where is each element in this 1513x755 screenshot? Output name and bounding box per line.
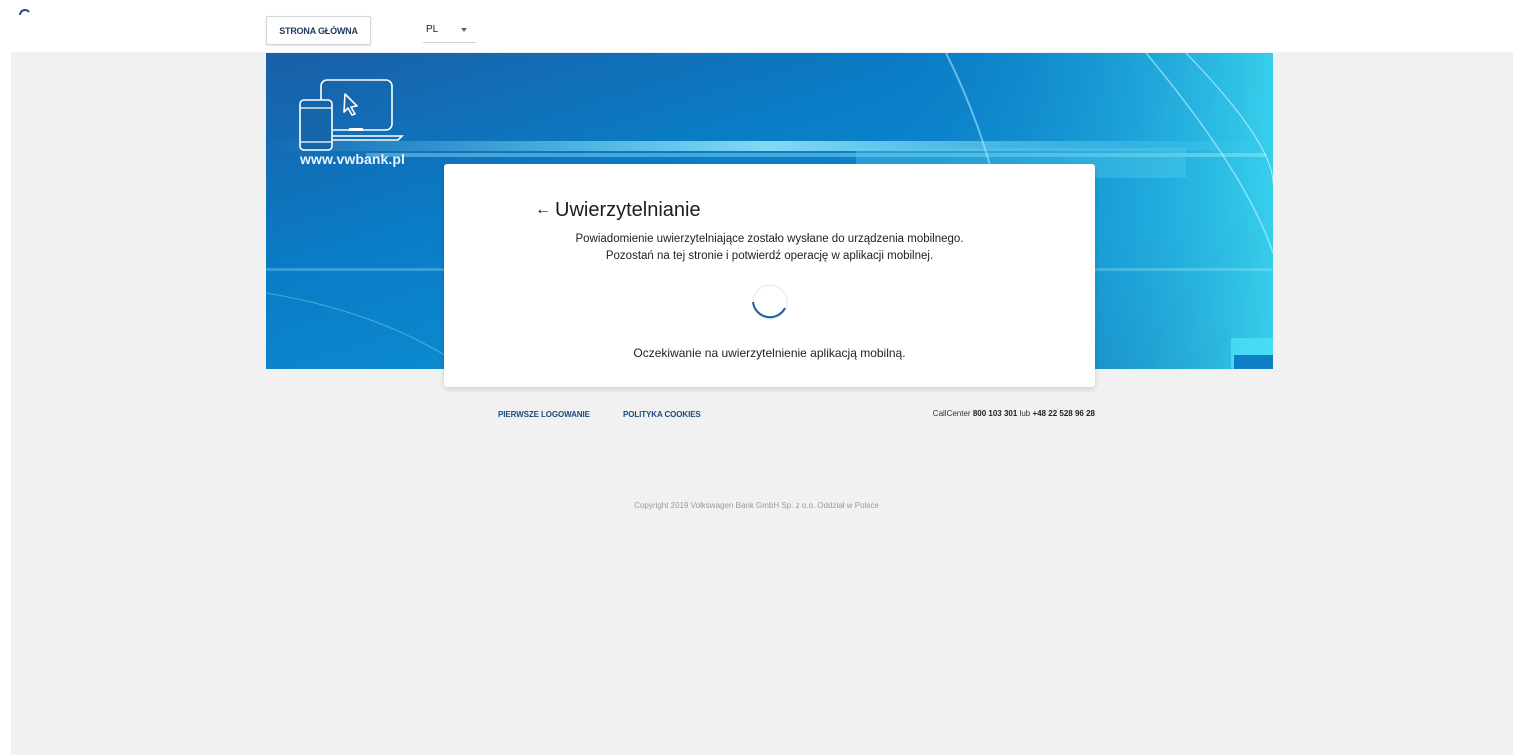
page-title: ← Uwierzytelnianie <box>535 199 701 222</box>
back-arrow-icon[interactable]: ← <box>535 201 551 218</box>
callcenter-label: CallCenter <box>932 409 971 418</box>
language-select[interactable]: PL <box>423 20 476 43</box>
language-value: PL <box>426 24 439 35</box>
cookies-policy-link[interactable]: POLITYKA COOKIES <box>623 410 701 419</box>
site-url: www.vwbank.pl <box>300 151 406 167</box>
callcenter-number-2: +48 22 528 96 28 <box>1032 409 1095 418</box>
callcenter-or: lub <box>1019 409 1031 418</box>
loading-icon <box>19 9 30 16</box>
top-bar <box>0 0 1513 52</box>
loading-spinner-icon <box>752 284 788 320</box>
notification-message: Powiadomienie uwierzytelniające zostało … <box>575 233 964 245</box>
first-login-link[interactable]: PIERWSZE LOGOWANIE <box>498 410 590 419</box>
callcenter-info: CallCenter 800 103 301 lub +48 22 528 96… <box>850 409 1095 418</box>
callcenter-number-1: 800 103 301 <box>972 409 1018 418</box>
copyright-text: Copyright 2019 Volkswagen Bank GmbH Sp. … <box>634 501 879 510</box>
auth-card: ← Uwierzytelnianie Powiadomienie uwierzyt… <box>444 164 1095 387</box>
title-text: Uwierzytelnianie <box>555 199 701 221</box>
home-button[interactable]: STRONA GŁÓWNA <box>266 16 371 45</box>
chevron-down-icon <box>461 28 467 32</box>
status-text: Oczekiwanie na uwierzytelnienie aplikacj… <box>633 346 906 360</box>
instruction-message: Pozostań na tej stronie i potwierdź oper… <box>605 250 934 262</box>
